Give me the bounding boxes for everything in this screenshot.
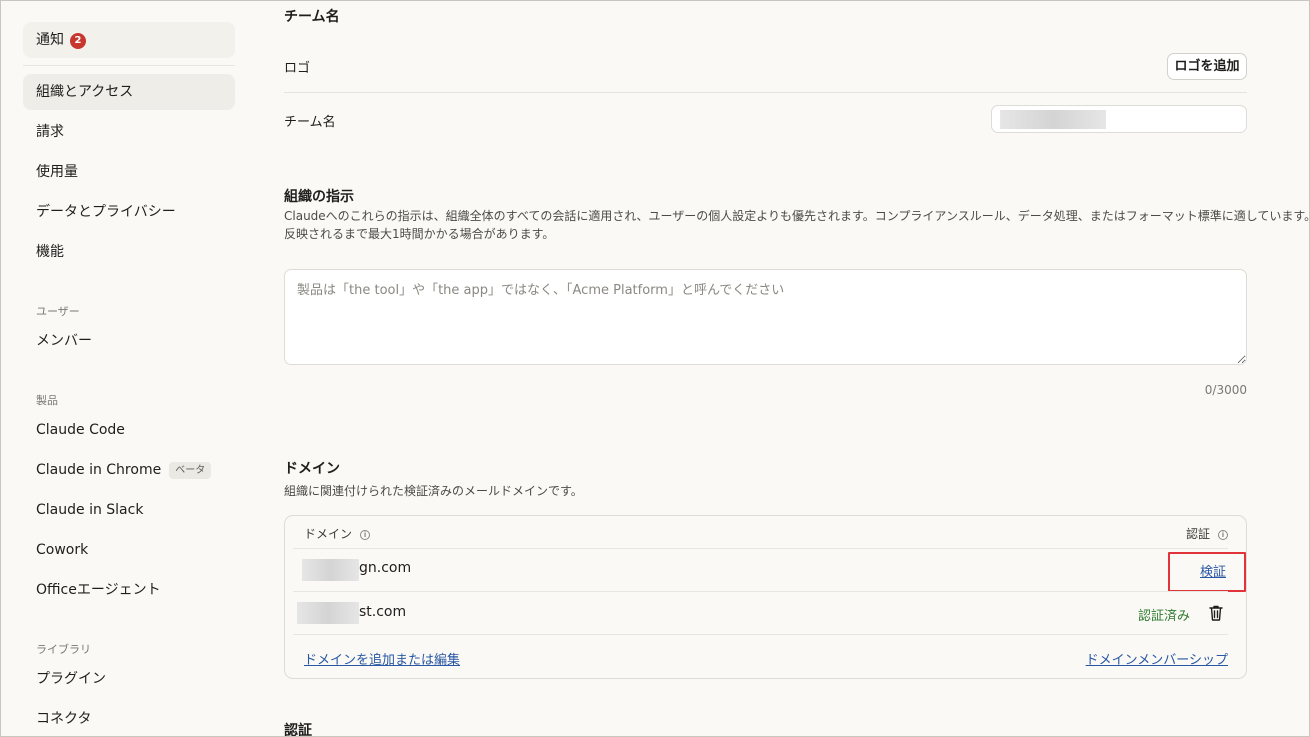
sidebar-item-label: メンバー <box>36 333 92 349</box>
sidebar-item-label: 請求 <box>36 124 64 140</box>
redacted-domain <box>297 602 359 624</box>
sidebar-divider <box>23 65 235 66</box>
sidebar-item-plugins[interactable]: プラグイン <box>23 661 235 697</box>
org-instructions-description-line2: 反映されるまで最大1時間かかる場合があります。 <box>284 227 555 241</box>
sidebar-section-users: ユーザー <box>36 305 80 318</box>
sidebar: 通知 2 組織とアクセス 請求 使用量 データとプライバシー 機能 ユーザー メン… <box>1 1 251 736</box>
beta-badge: ベータ <box>169 462 212 479</box>
domain-name: st.com <box>359 604 407 620</box>
sidebar-item-claude-in-chrome[interactable]: Claude in Chrome ベータ <box>23 452 235 488</box>
domains-table: ドメイン i 認証 i gn.com 検証 st.com 認証済み ドメインを追… <box>284 515 1247 679</box>
add-logo-button[interactable]: ロゴを追加 <box>1167 53 1247 80</box>
sidebar-item-label: 使用量 <box>36 164 78 180</box>
trash-icon[interactable] <box>1206 603 1226 623</box>
highlight-box <box>1168 552 1246 592</box>
row-divider <box>293 634 1228 635</box>
row-divider <box>293 591 1228 592</box>
main-content: チーム名 ロゴ ロゴを追加 チーム名 組織の指示 Claudeへのこれらの指示は… <box>284 1 1310 737</box>
sidebar-section-library: ライブラリ <box>36 643 91 656</box>
redacted-domain <box>302 559 359 581</box>
column-header-domain: ドメイン i <box>304 525 371 542</box>
sidebar-item-label: Claude in Chrome <box>36 462 162 478</box>
character-counter: 0/3000 <box>1204 383 1247 397</box>
add-edit-domain-link[interactable]: ドメインを追加または編集 <box>304 649 460 668</box>
sidebar-item-label: Claude Code <box>36 422 125 438</box>
sidebar-item-label: 機能 <box>36 244 64 260</box>
sidebar-item-label: データとプライバシー <box>36 204 176 220</box>
column-header-auth: 認証 i <box>1186 525 1228 542</box>
app-window: 通知 2 組織とアクセス 請求 使用量 データとプライバシー 機能 ユーザー メン… <box>0 0 1310 737</box>
domain-membership-link[interactable]: ドメインメンバーシップ <box>1086 649 1228 668</box>
team-name-input[interactable] <box>991 105 1247 133</box>
redacted-team-name <box>1000 110 1106 129</box>
sidebar-item-label: Cowork <box>36 542 89 558</box>
info-icon[interactable]: i <box>360 530 371 540</box>
sidebar-item-data-privacy[interactable]: データとプライバシー <box>23 194 235 230</box>
org-instructions-title: 組織の指示 <box>284 189 354 205</box>
notification-count-badge: 2 <box>70 33 86 49</box>
domains-description: 組織に関連付けられた検証済みのメールドメインです。 <box>284 484 583 498</box>
sidebar-item-notifications[interactable]: 通知 2 <box>23 22 235 58</box>
sidebar-item-label: Claude in Slack <box>36 502 144 518</box>
domains-title: ドメイン <box>284 461 340 477</box>
sidebar-item-office-agent[interactable]: Officeエージェント <box>23 572 235 608</box>
logo-label: ロゴ <box>284 61 311 76</box>
team-name-heading: チーム名 <box>284 9 340 25</box>
sidebar-item-label: プラグイン <box>36 671 106 687</box>
org-instructions-textarea[interactable] <box>284 269 1247 365</box>
domain-name: gn.com <box>359 560 412 576</box>
sidebar-item-org-access[interactable]: 組織とアクセス <box>23 74 235 110</box>
sidebar-item-features[interactable]: 機能 <box>23 234 235 270</box>
sidebar-item-claude-code[interactable]: Claude Code <box>23 412 235 448</box>
divider <box>284 92 1247 93</box>
sidebar-item-billing[interactable]: 請求 <box>23 114 235 150</box>
sidebar-item-label: 通知 <box>36 32 64 48</box>
org-instructions-description-line1: Claudeへのこれらの指示は、組織全体のすべての会話に適用され、ユーザーの個人… <box>284 209 1310 223</box>
sidebar-item-cowork[interactable]: Cowork <box>23 532 235 568</box>
sidebar-section-products: 製品 <box>36 394 58 407</box>
row-divider <box>293 548 1228 549</box>
auth-heading: 認証 <box>284 723 312 737</box>
info-icon[interactable]: i <box>1218 530 1228 540</box>
verified-status: 認証済み <box>1138 609 1191 624</box>
column-header-label: 認証 <box>1185 527 1210 541</box>
sidebar-item-connectors[interactable]: コネクタ <box>23 701 235 736</box>
sidebar-item-label: 組織とアクセス <box>36 84 134 100</box>
sidebar-item-claude-in-slack[interactable]: Claude in Slack <box>23 492 235 528</box>
sidebar-item-label: Officeエージェント <box>36 582 161 598</box>
sidebar-item-usage[interactable]: 使用量 <box>23 154 235 190</box>
team-name-label: チーム名 <box>284 115 336 130</box>
column-header-label: ドメイン <box>304 527 353 541</box>
sidebar-item-label: コネクタ <box>36 711 92 727</box>
sidebar-item-members[interactable]: メンバー <box>23 323 235 359</box>
